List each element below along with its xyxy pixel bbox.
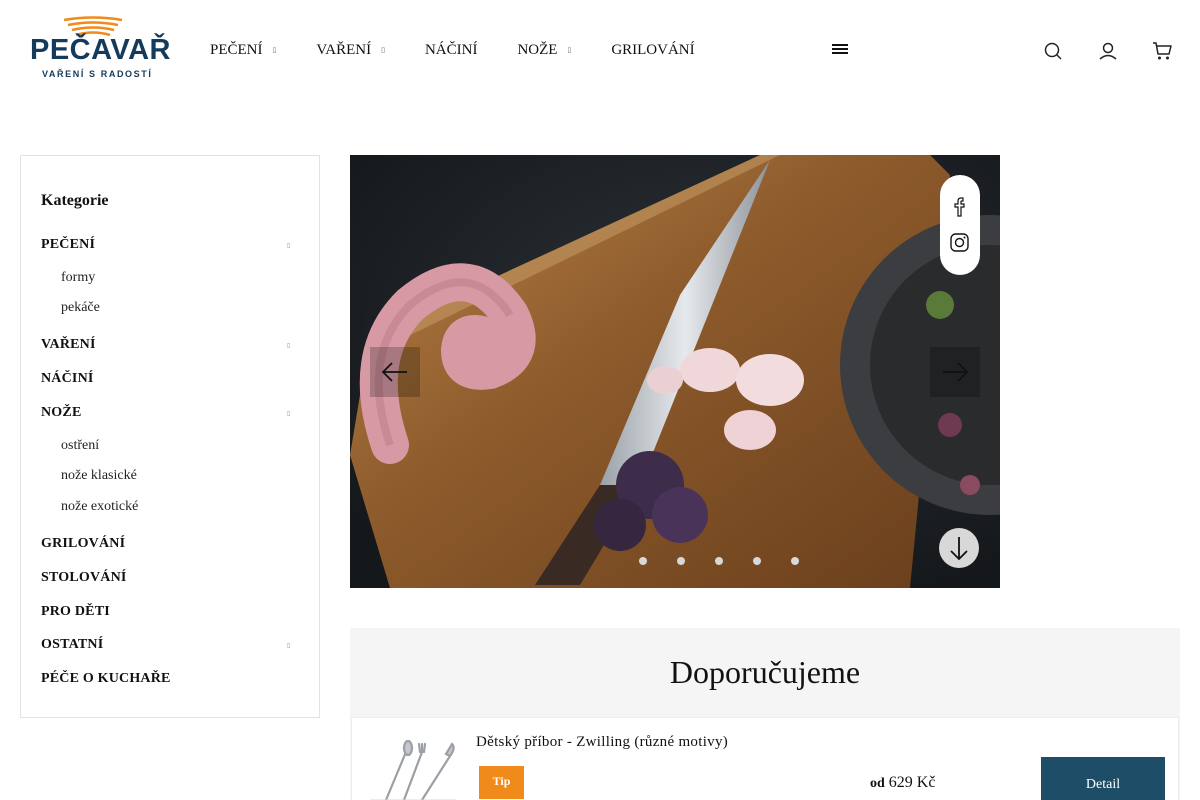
sidebar-subitem-formy[interactable]: formy <box>61 270 95 286</box>
product-row: Dětský příbor - Zwilling (různé motivy) … <box>351 717 1179 800</box>
logo-wordmark: PEČAVAŘ <box>30 34 171 66</box>
nav-item-peceni[interactable]: PEČENÍ ▯ <box>210 42 276 59</box>
menu-icon[interactable] <box>832 44 848 56</box>
tip-badge: Tip <box>479 766 524 799</box>
slider-prev-button[interactable] <box>370 347 420 397</box>
expand-icon[interactable]: ▯ <box>287 410 290 417</box>
sidebar-subitem-noze-exoticke[interactable]: nože exotické <box>61 499 138 515</box>
cart-icon[interactable] <box>1151 40 1173 62</box>
logo-tagline: VAŘENÍ S RADOSTÍ <box>42 69 153 79</box>
section-title: Doporučujeme <box>669 654 861 690</box>
user-icon[interactable] <box>1097 40 1119 62</box>
hero-slider[interactable] <box>350 155 1000 588</box>
product-image[interactable] <box>366 740 460 800</box>
arrow-right-icon <box>943 362 969 382</box>
sidebar-item-grilovani[interactable]: GRILOVÁNÍ <box>41 536 125 552</box>
slider-dots <box>639 557 829 565</box>
sidebar-item-noze[interactable]: NOŽE <box>41 405 81 421</box>
hero-image <box>350 155 1000 588</box>
price-value: 629 Kč <box>888 774 936 791</box>
logo[interactable]: PEČAVAŘ VAŘENÍ S RADOSTÍ <box>30 16 171 82</box>
expand-icon[interactable]: ▯ <box>287 642 290 649</box>
sidebar-subitem-pekace[interactable]: pekáče <box>61 300 100 316</box>
arrow-left-icon <box>381 362 407 382</box>
social-links <box>940 175 980 275</box>
nav-item-label: NOŽE <box>517 41 558 58</box>
sidebar-item-pro-deti[interactable]: PRO DĚTI <box>41 604 110 620</box>
slider-dot[interactable] <box>715 557 723 565</box>
expand-icon[interactable]: ▯ <box>287 242 290 249</box>
nav-item-vareni[interactable]: VAŘENÍ ▯ <box>316 42 385 59</box>
sidebar-item-ostatni[interactable]: OSTATNÍ <box>41 637 103 653</box>
sidebar-item-vareni[interactable]: VAŘENÍ <box>41 337 96 353</box>
sidebar-item-pece-o-kuchare[interactable]: PÉČE O KUCHAŘE <box>41 671 171 687</box>
submenu-caret-icon: ▯ <box>381 46 385 54</box>
sidebar-subitem-ostreni[interactable]: ostření <box>61 438 99 454</box>
sidebar-subitem-noze-klasicke[interactable]: nože klasické <box>61 468 137 484</box>
nav-item-label: VAŘENÍ <box>316 41 372 58</box>
scroll-down-button[interactable] <box>939 528 979 568</box>
sidebar-title: Kategorie <box>41 192 109 209</box>
expand-icon[interactable]: ▯ <box>287 342 290 349</box>
recommended-section: Doporučujeme Dětský příbor - Zwilling (r… <box>350 628 1180 800</box>
instagram-icon[interactable] <box>950 233 969 252</box>
product-name[interactable]: Dětský příbor - Zwilling (různé motivy) <box>476 734 728 751</box>
slider-dot[interactable] <box>753 557 761 565</box>
slider-next-button[interactable] <box>930 347 980 397</box>
slider-dot[interactable] <box>639 557 647 565</box>
nav-item-label: NÁČINÍ <box>424 41 478 58</box>
site-header: PEČAVAŘ VAŘENÍ S RADOSTÍ PEČENÍ ▯ VAŘENÍ… <box>0 0 1200 100</box>
submenu-caret-icon: ▯ <box>567 46 572 54</box>
slider-dot[interactable] <box>791 557 799 565</box>
nav-item-label: PEČENÍ <box>210 41 263 58</box>
product-price: od 629 Kč <box>870 774 935 792</box>
search-icon[interactable] <box>1042 40 1064 62</box>
price-prefix: od <box>870 776 885 791</box>
sidebar-item-peceni[interactable]: PEČENÍ <box>41 237 95 253</box>
nav-item-nacini[interactable]: NÁČINÍ <box>425 42 478 59</box>
sidebar-item-nacini[interactable]: NÁČINÍ <box>41 371 94 387</box>
arrow-down-icon <box>950 537 968 561</box>
detail-button[interactable]: Detail <box>1041 757 1165 800</box>
slider-dot[interactable] <box>677 557 685 565</box>
nav-item-noze[interactable]: NOŽE ▯ <box>517 42 571 59</box>
submenu-caret-icon: ▯ <box>272 46 277 54</box>
nav-item-label: GRILOVÁNÍ <box>611 41 695 58</box>
main-nav: PEČENÍ ▯ VAŘENÍ ▯ NÁČINÍ NOŽE ▯ GRILOVÁN… <box>210 40 735 60</box>
nav-item-grilovani[interactable]: GRILOVÁNÍ <box>611 42 694 59</box>
flame-logo-icon <box>63 16 123 36</box>
category-sidebar: Kategorie PEČENÍ ▯ formy pekáče VAŘENÍ ▯… <box>20 155 320 718</box>
sidebar-item-stolovani[interactable]: STOLOVÁNÍ <box>41 570 127 586</box>
facebook-icon[interactable] <box>954 197 965 217</box>
